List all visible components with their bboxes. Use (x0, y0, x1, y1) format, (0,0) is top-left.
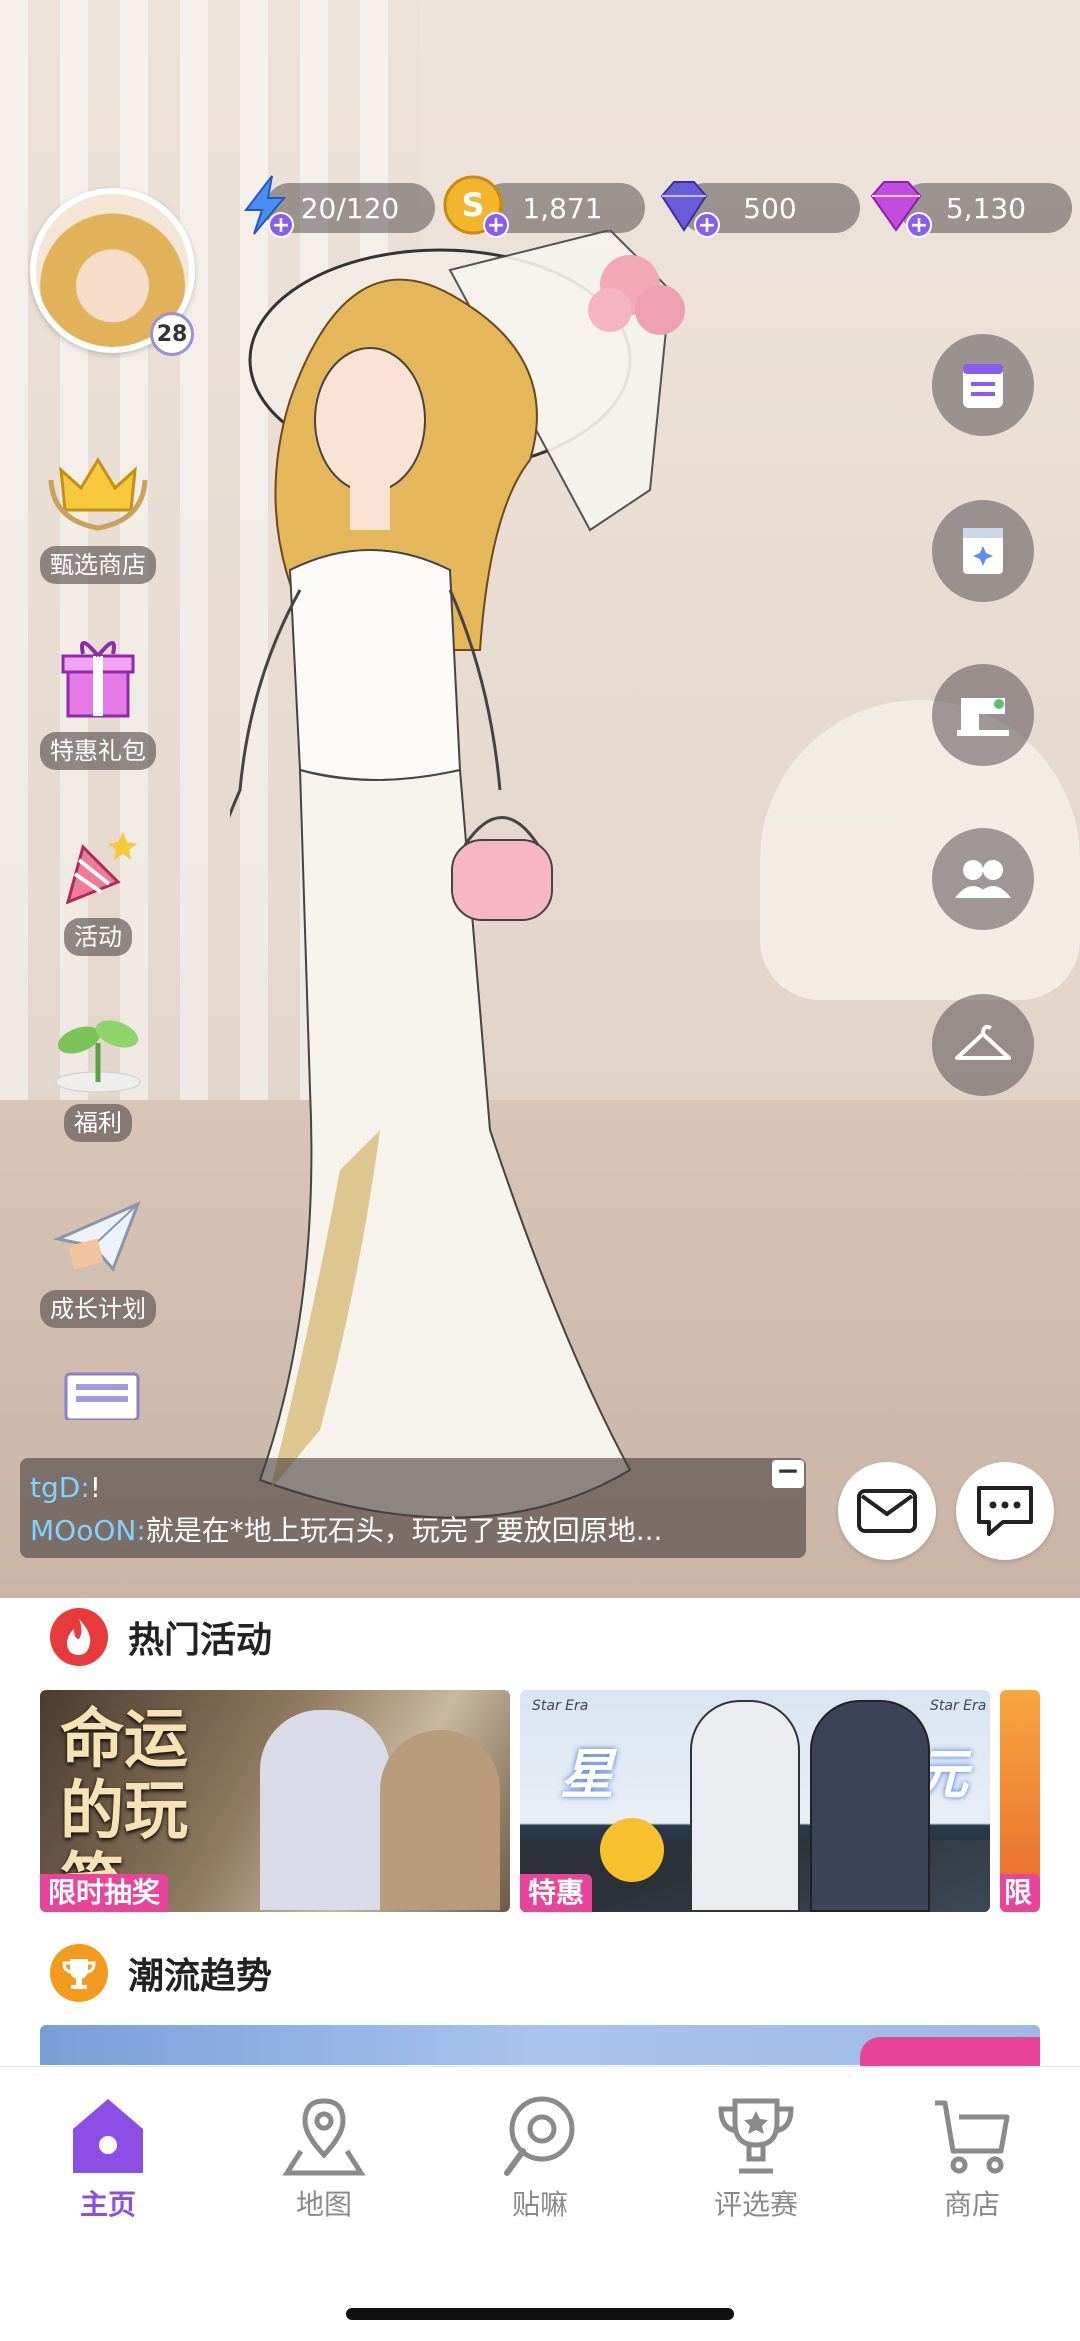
party-horn-icon (65, 832, 137, 905)
trend-banner[interactable] (40, 2025, 1040, 2077)
menu-label-special-pack: 特惠礼包 (40, 732, 156, 770)
trends-header: 潮流趋势 (50, 1944, 272, 2002)
book-icon (963, 528, 1003, 574)
nav-shop[interactable]: 商店 (902, 2093, 1042, 2223)
mail-button[interactable] (838, 1462, 936, 1560)
trends-title: 潮流趋势 (128, 1956, 273, 1997)
right-menu-notepad[interactable] (932, 334, 1034, 436)
energy-value: 20/120 (300, 191, 400, 225)
menu-growth-plan[interactable]: 成长计划 (38, 1184, 158, 1328)
chat-username: MOoON: (30, 1514, 146, 1547)
banner-sun (600, 1818, 664, 1882)
energy-add-button[interactable]: + (268, 212, 294, 238)
chat-text: ! (89, 1471, 101, 1504)
banner-brand: Star Era (532, 1698, 589, 1714)
list-icon[interactable] (62, 1370, 142, 1420)
home-indicator (346, 2308, 734, 2320)
cart-icon (935, 2100, 1010, 2174)
nav-contest[interactable]: 评选赛 (686, 2093, 826, 2223)
nav-label-posts: 贴嘛 (511, 2188, 568, 2221)
coin-value: 1,871 (522, 191, 603, 225)
chat-text: 就是在*地上玩石头，玩完了要放回原地... (145, 1514, 663, 1547)
hanger-icon (955, 1024, 1011, 1060)
notepad-icon (963, 364, 1003, 408)
chat-username: tgD: (30, 1471, 90, 1504)
nav-home[interactable]: 主页 (38, 2093, 178, 2223)
crown-icon (48, 457, 148, 531)
diamond-add-button[interactable]: + (694, 212, 720, 238)
chat-bubble-icon (504, 2096, 575, 2176)
sprout-icon (55, 1020, 141, 1093)
mail-icon (857, 1489, 917, 1533)
banner-tag: 限时抽奖 (40, 1874, 169, 1912)
banner-tag: 特惠 (520, 1874, 593, 1912)
player-level-badge: 28 (150, 312, 194, 356)
hot-events-header: 热门活动 (50, 1608, 272, 1666)
menu-select-shop[interactable]: 甄选商店 (38, 440, 158, 584)
nav-label-map: 地图 (295, 2188, 352, 2221)
sewing-machine-icon (957, 698, 1009, 736)
menu-events[interactable]: 活动 (38, 812, 158, 956)
nav-posts[interactable]: 贴嘛 (470, 2093, 610, 2223)
chat-message: MOoON:就是在*地上玩石头，玩完了要放回原地... (30, 1509, 796, 1552)
chat-button[interactable] (956, 1462, 1054, 1560)
banner-figure (810, 1700, 930, 1912)
event-banner[interactable]: 命运的玩笑 限时抽奖 (40, 1690, 510, 1912)
right-menu-friends[interactable] (932, 828, 1034, 930)
world-chat-panel[interactable]: tgD:! MOoON:就是在*地上玩石头，玩完了要放回原地... (20, 1458, 806, 1558)
nav-map[interactable]: 地图 (254, 2093, 394, 2223)
menu-label-events: 活动 (64, 918, 132, 956)
bottom-nav: 主页 地图 贴嘛 评选赛 商店 (0, 2066, 1080, 2341)
right-menu-wardrobe[interactable] (932, 994, 1034, 1096)
home-icon (73, 2099, 143, 2173)
hot-events-title: 热门活动 (128, 1620, 273, 1661)
coin-add-button[interactable]: + (483, 212, 509, 238)
right-menu-book[interactable] (932, 500, 1034, 602)
nav-label-shop: 商店 (943, 2188, 1000, 2221)
chat-minimize-button[interactable]: − (772, 1457, 804, 1488)
banner-figure (260, 1710, 390, 1910)
dressing-scene: 28 20/120 + 1,871 S + 500 + 5,130 + 甄选商店… (0, 0, 1080, 1598)
event-banner[interactable]: 限 (1000, 1690, 1040, 1912)
banner-brand: Star Era (930, 1698, 987, 1714)
map-pin-icon (282, 2098, 366, 2176)
gem-add-button[interactable]: + (906, 212, 932, 238)
banner-figure (690, 1700, 800, 1912)
menu-label-welfare: 福利 (64, 1104, 132, 1142)
right-menu-sewing[interactable] (932, 664, 1034, 766)
menu-label-select-shop: 甄选商店 (40, 546, 156, 584)
nav-label-home: 主页 (79, 2188, 136, 2221)
gem-value: 5,130 (945, 191, 1027, 225)
character-illustration[interactable] (230, 230, 830, 1590)
chat-message: tgD:! (30, 1466, 796, 1509)
nav-label-contest: 评选赛 (713, 2188, 798, 2221)
chat-bubble-icon (977, 1486, 1033, 1536)
banner-title-left: 星 (560, 1743, 614, 1806)
banner-figure (380, 1730, 500, 1910)
svg-text:S: S (461, 186, 484, 224)
paper-plane-icon (53, 1201, 141, 1272)
banner-tag: 限 (1000, 1874, 1040, 1912)
trophy-icon (718, 2098, 794, 2174)
diamond-value: 500 (743, 191, 797, 225)
trophy-icon (50, 1944, 108, 2002)
menu-label-growth-plan: 成长计划 (40, 1290, 156, 1328)
menu-special-pack[interactable]: 特惠礼包 (38, 626, 158, 770)
friends-icon (955, 860, 1011, 898)
event-banner[interactable]: 星 纪元 Star Era Star Era 特惠 (520, 1690, 990, 1912)
flame-icon (50, 1608, 108, 1666)
menu-welfare[interactable]: 福利 (38, 998, 158, 1142)
gift-icon (61, 641, 135, 718)
